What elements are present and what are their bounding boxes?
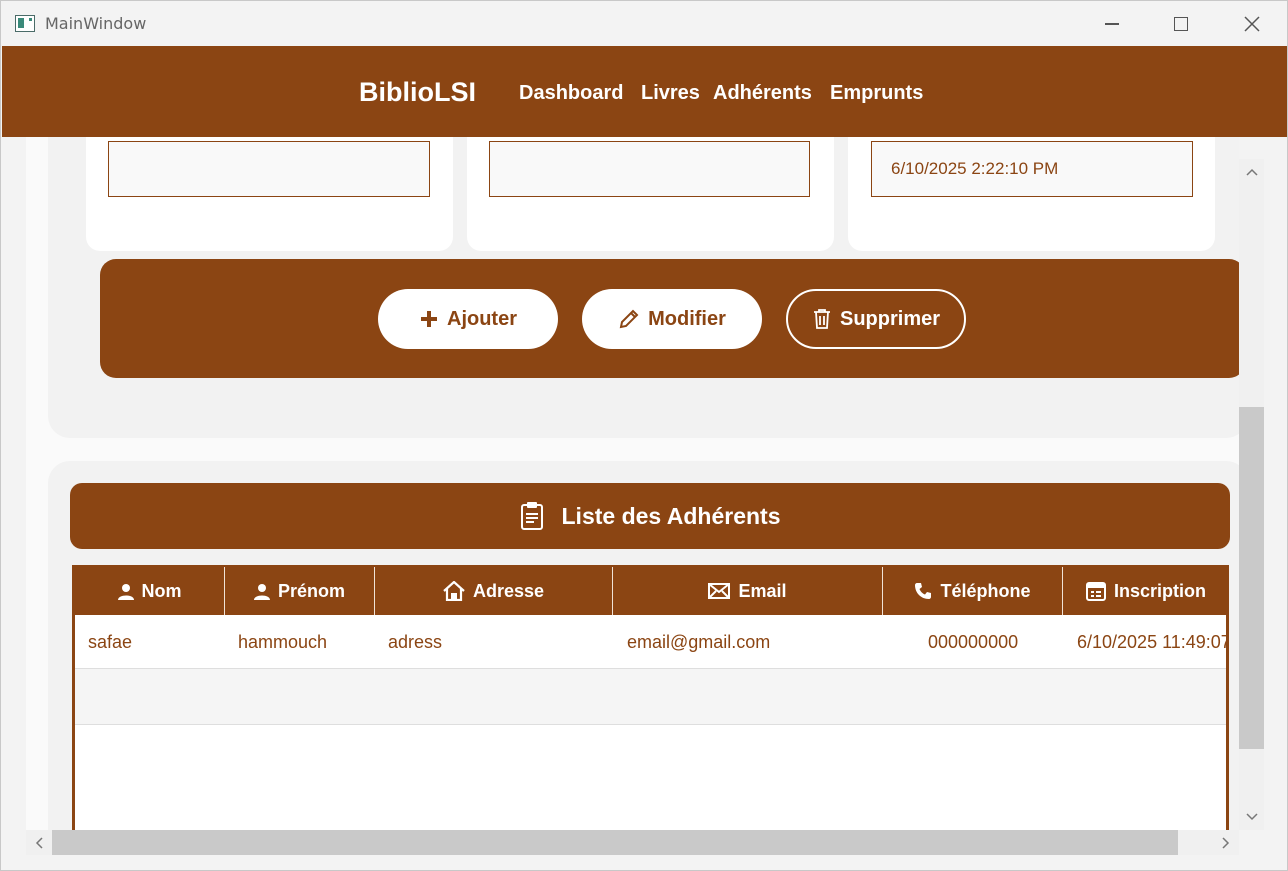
- scroll-down-button[interactable]: [1239, 804, 1264, 830]
- chevron-up-icon: [1245, 168, 1258, 176]
- clipboard-icon: [520, 502, 543, 530]
- inscription-date-field[interactable]: 6/10/2025 2:22:10 PM: [871, 141, 1193, 197]
- plus-icon: [421, 311, 437, 327]
- maximize-icon: [1174, 17, 1188, 31]
- cell-nom: safae: [88, 631, 133, 652]
- trash-icon: [813, 309, 830, 329]
- column-header-label: Nom: [141, 580, 182, 601]
- minimize-button[interactable]: [1097, 11, 1127, 37]
- chevron-right-icon: [1222, 836, 1230, 849]
- title-bar: MainWindow: [1, 1, 1287, 46]
- form-panel: 6/10/2025 2:22:10 PM Ajouter Modifier Su…: [48, 137, 1239, 438]
- top-navbar: BiblioLSI Dashboard Livres Adhérents Emp…: [2, 46, 1287, 137]
- field-card-2: [467, 137, 834, 251]
- user-icon: [253, 583, 270, 600]
- add-button[interactable]: Ajouter: [378, 289, 558, 349]
- scroll-left-button[interactable]: [26, 830, 52, 855]
- column-header-label: Prénom: [277, 580, 346, 601]
- action-bar: Ajouter Modifier Supprimer: [100, 259, 1239, 378]
- column-header-label: Téléphone: [940, 580, 1031, 601]
- window-title: MainWindow: [45, 14, 147, 33]
- close-button[interactable]: [1237, 11, 1267, 37]
- brand-logo-text: BiblioLSI: [359, 77, 476, 107]
- cell-adresse: adress: [388, 631, 443, 652]
- add-button-label: Ajouter: [447, 307, 517, 330]
- cell-email: email@gmail.com: [627, 631, 771, 652]
- nav-link-dashboard[interactable]: Dashboard: [519, 82, 623, 105]
- phone-icon: [915, 583, 932, 599]
- scroll-content: 6/10/2025 2:22:10 PM Ajouter Modifier Su…: [26, 137, 1239, 830]
- cell-telephone: 000000000: [928, 631, 1019, 652]
- column-header-inscription[interactable]: Inscription: [1063, 567, 1226, 615]
- chevron-down-icon: [1245, 813, 1258, 821]
- list-title: Liste des Adhérents: [561, 502, 781, 529]
- nav-link-emprunts[interactable]: Emprunts: [830, 82, 923, 105]
- vertical-scroll-thumb[interactable]: [1239, 407, 1264, 749]
- column-header-adresse[interactable]: Adresse: [375, 567, 613, 615]
- pencil-icon: [619, 309, 639, 329]
- column-header-email[interactable]: Email: [613, 567, 883, 615]
- horizontal-scroll-thumb[interactable]: [52, 830, 1178, 855]
- column-header-label: Email: [738, 580, 787, 601]
- column-header-prenom[interactable]: Prénom: [225, 567, 375, 615]
- vertical-scrollbar[interactable]: [1239, 159, 1264, 830]
- user-icon: [117, 583, 134, 600]
- edit-button-label: Modifier: [648, 307, 726, 330]
- close-icon: [1244, 16, 1260, 32]
- nav-link-adherents[interactable]: Adhérents: [713, 82, 812, 105]
- text-input-2[interactable]: [489, 141, 810, 197]
- horizontal-scrollbar[interactable]: [26, 830, 1239, 855]
- delete-button-label: Supprimer: [839, 307, 941, 330]
- calendar-icon: [1085, 582, 1106, 601]
- cell-prenom: hammouch: [238, 631, 328, 652]
- column-header-label: Inscription: [1113, 580, 1206, 601]
- cell-inscription: 6/10/2025 11:49:07: [1077, 631, 1229, 652]
- column-header-nom[interactable]: Nom: [75, 567, 225, 615]
- chevron-left-icon: [35, 836, 43, 849]
- table-row[interactable]: safae hammouch adress email@gmail.com 00…: [75, 615, 1229, 669]
- app-icon: [15, 15, 35, 32]
- text-input-1[interactable]: [108, 141, 430, 197]
- column-header-label: Adresse: [472, 580, 545, 601]
- field-card-1: [86, 137, 453, 251]
- field-card-date: 6/10/2025 2:22:10 PM: [848, 137, 1215, 251]
- nav-link-livres[interactable]: Livres: [641, 82, 700, 105]
- list-header: Liste des Adhérents: [70, 483, 1230, 549]
- scroll-up-button[interactable]: [1239, 159, 1264, 185]
- home-icon: [443, 581, 465, 601]
- table-row-empty[interactable]: [75, 669, 1226, 725]
- minimize-icon: [1105, 23, 1119, 25]
- main-window: MainWindow BiblioLSI Dashboard Livres Ad…: [0, 0, 1288, 871]
- members-table: Nom Prénom Adresse Email Téléphone Inscr…: [72, 565, 1229, 830]
- edit-button[interactable]: Modifier: [582, 289, 762, 349]
- envelope-icon: [708, 583, 731, 599]
- maximize-button[interactable]: [1166, 11, 1196, 37]
- members-list-panel: Liste des Adhérents Nom Prénom Adresse E…: [48, 461, 1239, 830]
- table-header: Nom Prénom Adresse Email Téléphone Inscr…: [75, 567, 1226, 615]
- scroll-right-button[interactable]: [1213, 830, 1239, 855]
- column-header-telephone[interactable]: Téléphone: [883, 567, 1063, 615]
- delete-button[interactable]: Supprimer: [786, 289, 966, 349]
